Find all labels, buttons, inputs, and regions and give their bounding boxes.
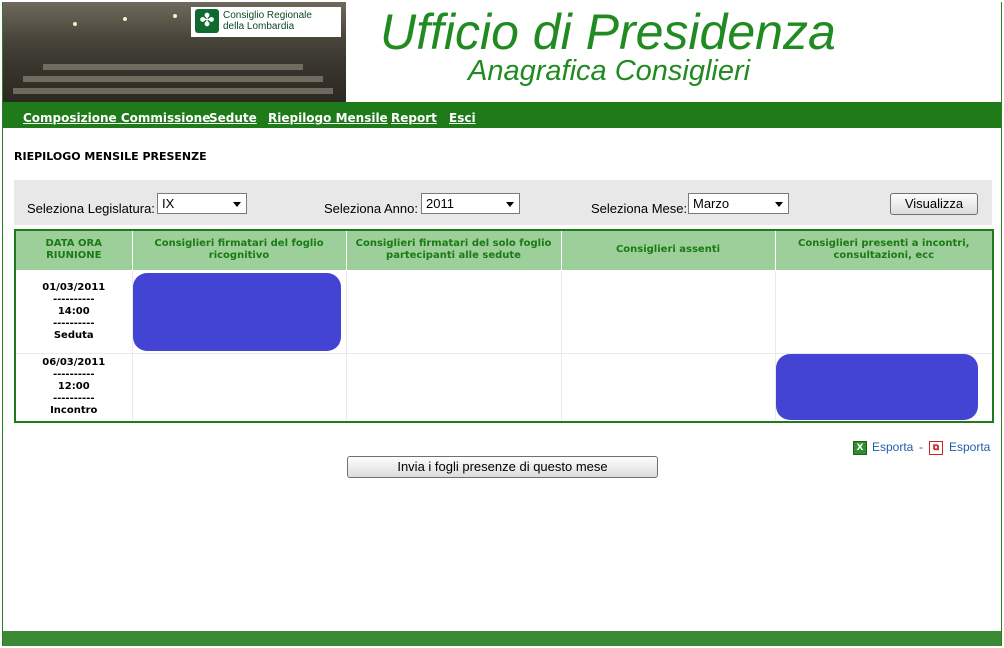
mese-select[interactable]: Marzo (688, 193, 789, 214)
export-pdf-link[interactable]: Esporta (949, 440, 990, 454)
chevron-down-icon (506, 202, 514, 207)
main-nav: Composizione Commissione Sedute Riepilog… (3, 102, 1001, 130)
firmatari-ricognitivo-cell (131, 269, 347, 354)
legislatura-value: IX (162, 196, 175, 211)
col-header-firmatari-partecipanti: Consiglieri firmatari del solo foglio pa… (345, 229, 562, 271)
meeting-datetime-cell: 06/03/2011 ---------- 12:00 ---------- I… (14, 352, 133, 423)
section-title: RIEPILOGO MENSILE PRESENZE (14, 150, 207, 163)
filter-bar: Seleziona Legislatura: IX Seleziona Anno… (14, 180, 992, 225)
mese-value: Marzo (693, 196, 730, 211)
export-separator: - (919, 440, 923, 454)
chevron-down-icon (233, 202, 241, 207)
redacted-names (775, 353, 978, 420)
col-header-assenti: Consiglieri assenti (560, 229, 776, 271)
col-header-data-ora: DATA ORA RIUNIONE (14, 229, 133, 271)
meeting-datetime-cell: 01/03/2011 ---------- 14:00 ---------- S… (14, 269, 133, 354)
assenti-cell (560, 269, 776, 354)
table-row: 06/03/2011 ---------- 12:00 ---------- I… (14, 352, 994, 423)
presenti-incontri-cell (774, 269, 994, 354)
firmatari-ricognitivo-cell (131, 352, 347, 423)
anno-select[interactable]: 2011 (421, 193, 520, 214)
anno-label: Seleziona Anno: (324, 201, 418, 216)
lombardia-rose-icon: ✤ (195, 9, 219, 33)
legislatura-label: Seleziona Legislatura: (27, 201, 155, 216)
meeting-separator: ---------- (52, 393, 95, 405)
logo-line1: Consiglio Regionale (223, 10, 312, 21)
nav-report[interactable]: Report (391, 111, 437, 125)
logo: ✤ Consiglio Regionale della Lombardia (191, 7, 341, 37)
meeting-time: 14:00 (57, 305, 90, 317)
meeting-type: Incontro (50, 405, 98, 417)
nav-composizione-commissione[interactable]: Composizione Commissione (23, 111, 210, 125)
meeting-date: 06/03/2011 (42, 357, 106, 369)
nav-riepilogo-mensile[interactable]: Riepilogo Mensile (268, 111, 388, 125)
excel-icon[interactable]: X (853, 441, 867, 455)
send-sheets-button[interactable]: Invia i fogli presenze di questo mese (347, 456, 658, 478)
nav-esci[interactable]: Esci (449, 111, 476, 125)
anno-value: 2011 (426, 196, 454, 211)
nav-sedute[interactable]: Sedute (209, 111, 257, 125)
table-row: 01/03/2011 ---------- 14:00 ---------- S… (14, 269, 994, 354)
presenti-incontri-cell (774, 352, 994, 423)
council-hall-image: ✤ Consiglio Regionale della Lombardia (3, 2, 346, 102)
export-excel-link[interactable]: Esporta (872, 440, 913, 454)
firmatari-partecipanti-cell (345, 352, 562, 423)
meeting-date: 01/03/2011 (42, 281, 106, 293)
meeting-separator: ---------- (52, 317, 95, 329)
meeting-separator: ---------- (52, 369, 95, 381)
col-header-presenti-incontri: Consiglieri presenti a incontri, consult… (774, 229, 994, 271)
meeting-type: Seduta (53, 329, 94, 341)
redacted-names (132, 272, 341, 351)
page-title: Ufficio di Presidenza (380, 4, 836, 60)
assenti-cell (560, 352, 776, 423)
mese-label: Seleziona Mese: (591, 201, 688, 216)
meeting-separator: ---------- (52, 293, 95, 305)
page-subtitle: Anagrafica Consiglieri (468, 55, 751, 87)
firmatari-partecipanti-cell (345, 269, 562, 354)
meeting-time: 12:00 (57, 381, 90, 393)
col-header-firmatari-ricognitivo: Consiglieri firmatari del foglio ricogni… (131, 229, 347, 271)
legislatura-select[interactable]: IX (157, 193, 247, 214)
logo-line2: della Lombardia (223, 21, 295, 32)
visualizza-button[interactable]: Visualizza (890, 193, 978, 215)
presence-table: DATA ORA RIUNIONE Consiglieri firmatari … (14, 229, 994, 423)
pdf-icon[interactable]: ⧉ (929, 441, 943, 455)
footer-bar (3, 631, 1001, 646)
chevron-down-icon (775, 202, 783, 207)
